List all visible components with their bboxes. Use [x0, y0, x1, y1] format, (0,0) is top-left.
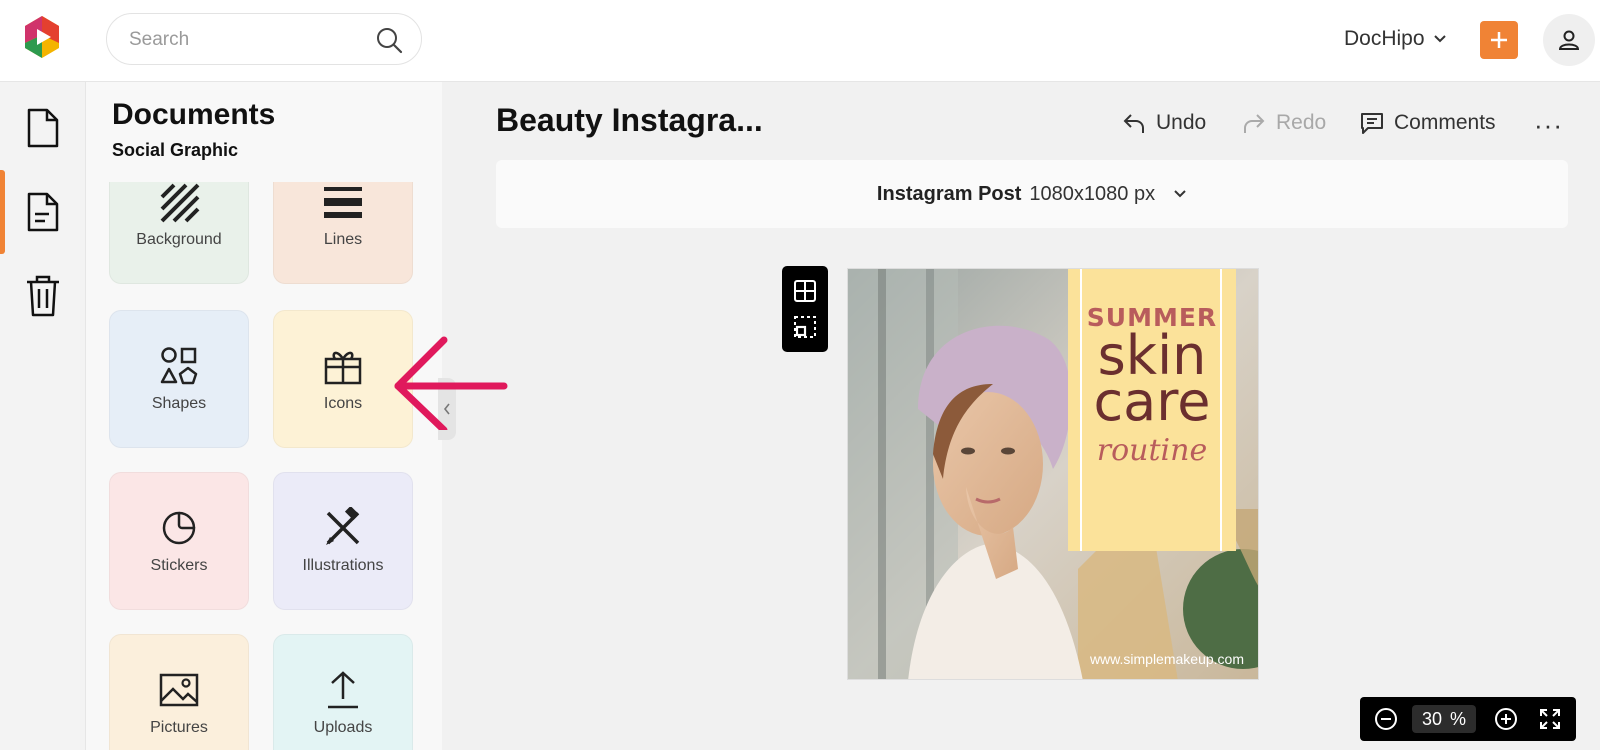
redo-icon: [1244, 114, 1265, 133]
search-box: [106, 13, 422, 65]
zoom-control: 30 %: [1360, 697, 1576, 741]
tile-uploads[interactable]: Uploads: [273, 634, 413, 750]
plus-icon: [1491, 32, 1507, 48]
comment-icon: [1361, 113, 1383, 134]
tile-label: Lines: [323, 231, 363, 248]
tile-label: Shapes: [151, 395, 207, 412]
left-rail: [0, 82, 86, 750]
user-icon: [1558, 30, 1580, 50]
user-avatar[interactable]: [1543, 14, 1595, 66]
search-input[interactable]: [129, 28, 359, 52]
top-bar: DocHipo: [0, 0, 1600, 82]
tile-lines[interactable]: Lines: [273, 182, 413, 284]
grid-icon[interactable]: [793, 279, 817, 303]
search-icon[interactable]: [375, 26, 403, 54]
picture-icon: [159, 673, 199, 707]
rail-item-documents[interactable]: [0, 172, 86, 252]
tile-label: Background: [136, 231, 222, 248]
zoom-out-icon[interactable]: [1374, 707, 1398, 731]
document-icon: [27, 108, 59, 148]
elements-panel: Documents Social Graphic Background Line…: [86, 82, 442, 750]
zoom-number: 30: [1421, 708, 1442, 729]
tile-background[interactable]: Background: [109, 182, 249, 284]
file-text-icon: [27, 192, 59, 232]
account-name: DocHipo: [1344, 27, 1425, 50]
document-title[interactable]: Beauty Instagra...: [496, 102, 763, 139]
comments-button[interactable]: Comments: [1360, 106, 1496, 140]
redo-button[interactable]: Redo: [1242, 106, 1326, 140]
arrow-annotation-icon: [394, 336, 508, 430]
panel-title: Documents: [112, 98, 276, 131]
tile-label: Stickers: [150, 557, 208, 574]
canvas-tools: [782, 266, 828, 352]
tile-illustrations[interactable]: Illustrations: [273, 472, 413, 610]
tile-stickers[interactable]: Stickers: [109, 472, 249, 610]
fullscreen-icon[interactable]: [1538, 707, 1562, 731]
tile-pictures[interactable]: Pictures: [109, 634, 249, 750]
chevron-down-icon: [1174, 190, 1186, 198]
design-heading-routine[interactable]: routine: [1068, 433, 1236, 468]
tile-shapes[interactable]: Shapes: [109, 310, 249, 448]
zoom-unit: %: [1450, 708, 1467, 729]
size-type: Instagram Post: [876, 182, 1022, 205]
tile-label: Illustrations: [302, 557, 384, 574]
background-icon: [160, 183, 200, 223]
undo-label: Undo: [1156, 111, 1207, 134]
tile-label: Pictures: [150, 719, 208, 736]
resize-icon[interactable]: [793, 315, 817, 339]
size-dimensions: 1080x1080 px: [1029, 182, 1156, 205]
undo-button[interactable]: Undo: [1122, 106, 1206, 140]
tile-label: Icons: [323, 395, 363, 412]
account-dropdown[interactable]: DocHipo: [1344, 24, 1447, 54]
shapes-icon: [160, 347, 198, 385]
upload-icon: [328, 671, 358, 709]
trash-icon: [27, 275, 59, 317]
design-url-text[interactable]: www.simplemakeup.com: [1090, 651, 1244, 667]
comments-label: Comments: [1394, 111, 1496, 134]
gift-icon: [324, 351, 362, 385]
rail-item-trash[interactable]: [0, 256, 86, 336]
design-canvas[interactable]: SUMMER skin care routine www.simplemakeu…: [847, 268, 1259, 680]
create-button[interactable]: [1480, 21, 1518, 59]
panel-subtitle: Social Graphic: [112, 140, 239, 160]
tile-label: Uploads: [313, 719, 373, 736]
lines-icon: [324, 187, 362, 218]
zoom-value[interactable]: 30 %: [1412, 705, 1476, 733]
illustrations-icon: [326, 507, 360, 545]
dochipo-logo[interactable]: [18, 13, 66, 61]
size-selector[interactable]: Instagram Post 1080x1080 px: [496, 160, 1568, 228]
element-tiles: Background Lines Shapes Icons Stickers I…: [86, 182, 442, 750]
chevron-down-icon: [1433, 35, 1446, 43]
rail-item-new-document[interactable]: [0, 88, 86, 168]
zoom-in-icon[interactable]: [1494, 707, 1518, 731]
undo-icon: [1123, 114, 1144, 133]
sticker-icon: [162, 511, 196, 545]
redo-label: Redo: [1276, 111, 1327, 134]
design-heading-care[interactable]: care: [1068, 375, 1236, 429]
more-options-button[interactable]: ···: [1534, 110, 1563, 141]
